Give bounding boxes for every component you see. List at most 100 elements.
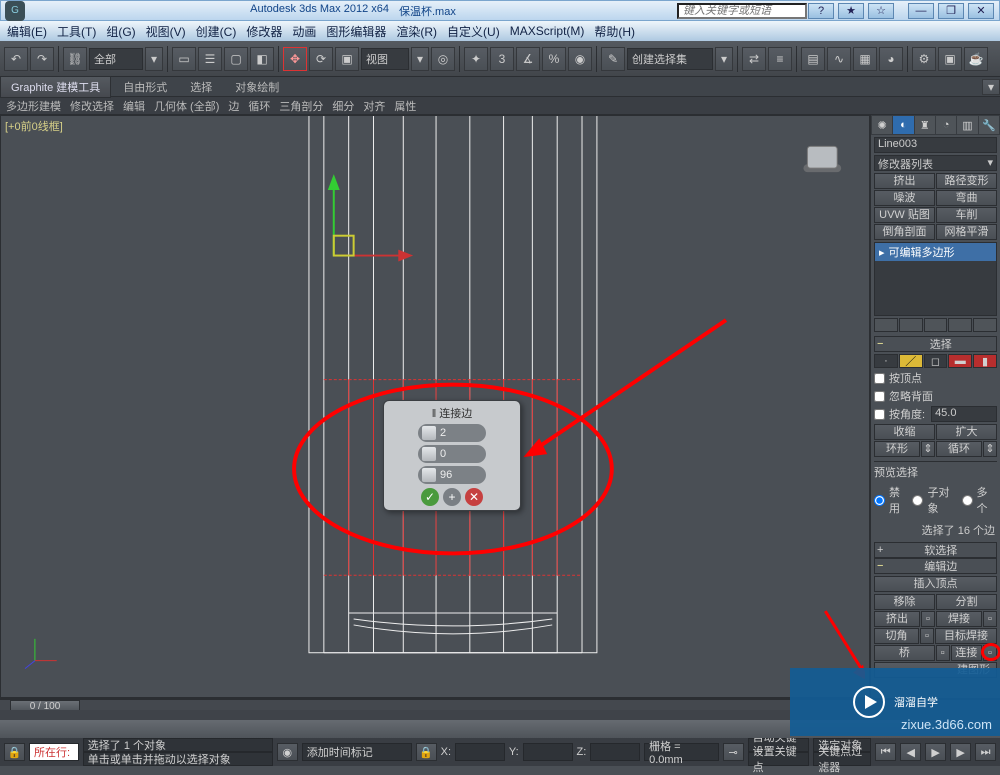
ribbon-tab-graphite[interactable]: Graphite 建模工具 [0, 76, 111, 98]
play-prev-button[interactable]: ◀ [900, 743, 921, 761]
menu-grapheditors[interactable]: 图形编辑器 [321, 23, 391, 40]
keyfilter-button[interactable]: 关键点过滤器 [813, 752, 871, 766]
btn-shrink[interactable]: 收缩 [874, 424, 935, 440]
caddy-segments-field[interactable]: 2 [418, 424, 486, 442]
tab-create[interactable]: ✺ [872, 116, 892, 134]
minimize-button[interactable]: — [908, 3, 934, 19]
caddy-cancel-button[interactable]: ✕ [465, 488, 483, 506]
restore-button[interactable]: ❐ [938, 3, 964, 19]
sub-polymodel[interactable]: 多边形建模 [2, 97, 65, 115]
chk-ignore-backface[interactable]: 忽略背面 [874, 388, 997, 404]
configure-button[interactable] [973, 318, 997, 332]
coord-x[interactable] [455, 743, 505, 761]
modifier-list-dropdown[interactable]: 修改器列表▾ [874, 155, 997, 171]
undo-button[interactable]: ↶ [4, 47, 28, 71]
close-button[interactable]: ✕ [968, 3, 994, 19]
menu-render[interactable]: 渲染(R) [391, 23, 442, 40]
btn-remove[interactable]: 移除 [874, 594, 935, 610]
rollout-editedge[interactable]: −编辑边 [874, 558, 997, 574]
object-name-field[interactable]: Line003 [874, 137, 997, 153]
menu-create[interactable]: 创建(C) [191, 23, 242, 40]
subobj-vertex[interactable]: · [874, 354, 898, 368]
show-end-button[interactable] [899, 318, 923, 332]
radio-multi[interactable]: 多个 [962, 484, 997, 516]
menu-customize[interactable]: 自定义(U) [442, 23, 505, 40]
ribbon-collapse-icon[interactable]: ▾ [982, 79, 1000, 95]
select-button[interactable]: ▭ [172, 47, 196, 71]
maxscript-mini[interactable]: 所在行: [29, 743, 79, 761]
menu-edit[interactable]: 编辑(E) [2, 23, 52, 40]
play-next-button[interactable]: ▶ [950, 743, 971, 761]
btn-ring-spinner[interactable]: ⇕ [921, 441, 935, 457]
btn-split[interactable]: 分割 [936, 594, 997, 610]
modifier-stack[interactable]: ▸可编辑多边形 [874, 242, 997, 316]
move-button[interactable]: ✥ [283, 47, 307, 71]
render-setup-button[interactable]: ⚙ [912, 47, 936, 71]
favorites-icon[interactable]: ☆ [868, 3, 894, 19]
btn-pathdeform[interactable]: 路径变形 [936, 173, 997, 189]
sub-modifysel[interactable]: 修改选择 [66, 97, 118, 115]
sub-align[interactable]: 对齐 [359, 97, 389, 115]
lock-selection-icon[interactable]: 🔒 [416, 743, 437, 761]
coord-y[interactable] [523, 743, 573, 761]
link-button[interactable]: ⛓ [63, 47, 87, 71]
schematic-button[interactable]: ▦ [853, 47, 877, 71]
btn-uvwmap[interactable]: UVW 贴图 [874, 207, 935, 223]
rollout-softsel[interactable]: +软选择 [874, 542, 997, 558]
play-end-button[interactable]: ⏭ [975, 743, 996, 761]
btn-chamfer-settings[interactable]: ▫ [920, 628, 934, 644]
remove-mod-button[interactable] [948, 318, 972, 332]
caddy-apply-button[interactable]: + [443, 488, 461, 506]
btn-grow[interactable]: 扩大 [936, 424, 997, 440]
spinner-snap-toggle[interactable]: ◉ [568, 47, 592, 71]
curve-editor-button[interactable]: ∿ [827, 47, 851, 71]
redo-button[interactable]: ↷ [30, 47, 54, 71]
btn-extrude-edge[interactable]: 挤出 [874, 611, 920, 627]
coord-z[interactable] [590, 743, 640, 761]
btn-loop-spinner[interactable]: ⇕ [983, 441, 997, 457]
sub-subdiv[interactable]: 细分 [328, 97, 358, 115]
percent-snap-toggle[interactable]: % [542, 47, 566, 71]
btn-extrude[interactable]: 挤出 [874, 173, 935, 189]
subobj-border[interactable]: ◻ [924, 354, 948, 368]
sub-tri[interactable]: 三角剖分 [275, 97, 327, 115]
btn-loop[interactable]: 循环 [936, 441, 982, 457]
rollout-selection[interactable]: −选择 [874, 336, 997, 352]
subobj-polygon[interactable]: ▬ [948, 354, 972, 368]
subobj-element[interactable]: ▮ [973, 354, 997, 368]
named-selset-dropdown[interactable]: 创建选择集 [627, 48, 713, 70]
btn-weld[interactable]: 焊接 [936, 611, 982, 627]
btn-insert-vertex[interactable]: 插入顶点 [874, 576, 997, 592]
setkey-button[interactable]: 设置关键点 [748, 752, 810, 766]
key-mode-toggle[interactable]: ⊸ [723, 743, 744, 761]
caddy-slide-field[interactable]: 96 [418, 466, 486, 484]
tab-display[interactable]: ▥ [957, 116, 977, 134]
modifier-editable-poly[interactable]: ▸可编辑多边形 [875, 243, 996, 261]
sub-edge[interactable]: 边 [224, 97, 243, 115]
btn-ring[interactable]: 环形 [874, 441, 920, 457]
window-crossing-button[interactable]: ◧ [250, 47, 274, 71]
layers-button[interactable]: ▤ [801, 47, 825, 71]
chk-byangle[interactable]: 按角度:45.0 [874, 406, 997, 422]
isolate-toggle[interactable]: ◉ [277, 743, 298, 761]
btn-meshsmooth[interactable]: 网格平滑 [936, 224, 997, 240]
tab-hierarchy[interactable]: ♜ [915, 116, 935, 134]
refcoord-arrow-icon[interactable]: ▾ [411, 47, 429, 71]
viewport[interactable]: [+0前0线框] [0, 115, 870, 698]
material-editor-button[interactable]: ◕ [879, 47, 903, 71]
menu-help[interactable]: 帮助(H) [589, 23, 640, 40]
pin-stack-button[interactable] [874, 318, 898, 332]
menu-modifiers[interactable]: 修改器 [241, 23, 287, 40]
pivot-button[interactable]: ◎ [431, 47, 455, 71]
btn-connect[interactable]: 连接 [951, 645, 982, 661]
btn-weld-settings[interactable]: ▫ [983, 611, 997, 627]
scale-button[interactable]: ▣ [335, 47, 359, 71]
scope-dropdown[interactable]: 全部 [89, 48, 143, 70]
menu-maxscript[interactable]: MAXScript(M) [505, 24, 590, 38]
caddy-ok-button[interactable]: ✓ [421, 488, 439, 506]
refcoord-dropdown[interactable]: 视图 [361, 48, 409, 70]
mirror-button[interactable]: ⇄ [742, 47, 766, 71]
named-selset-arrow-icon[interactable]: ▾ [715, 47, 733, 71]
edit-named-sel-button[interactable]: ✎ [601, 47, 625, 71]
sub-edit[interactable]: 编辑 [119, 97, 149, 115]
